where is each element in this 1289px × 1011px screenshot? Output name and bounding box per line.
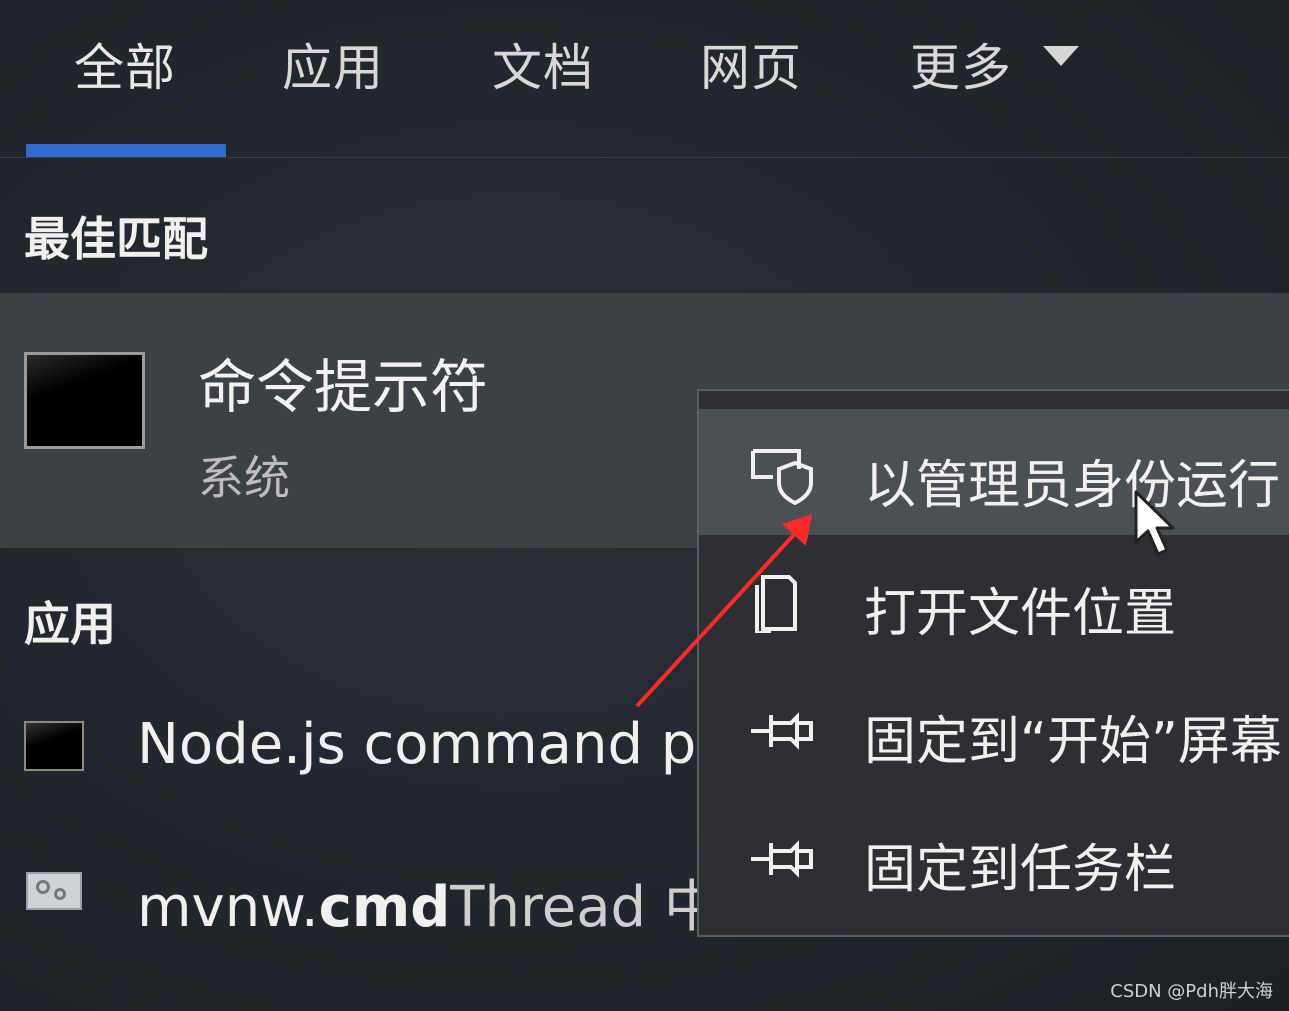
active-tab-indicator <box>26 144 226 158</box>
tab-documents[interactable]: 文档 <box>492 28 594 100</box>
menu-item-pin-to-start[interactable]: 固定到“开始”屏幕 <box>699 665 1289 791</box>
menu-item-label: 打开文件位置 <box>864 584 1177 644</box>
tab-apps[interactable]: 应用 <box>282 28 384 100</box>
best-match-subtitle: 系统 <box>198 451 290 505</box>
script-gear-icon <box>26 872 82 910</box>
app-label: mvnw.cmdThread 中 <box>137 875 720 940</box>
cmd-icon <box>24 721 84 771</box>
chevron-down-icon[interactable] <box>1043 46 1079 66</box>
best-match-name: 命令提示符 <box>198 353 489 421</box>
apps-heading: 应用 <box>24 597 116 651</box>
menu-item-pin-to-taskbar[interactable]: 固定到任务栏 <box>699 793 1289 919</box>
menu-item-label: 以管理员身份运行 <box>864 456 1281 516</box>
app-label: Node.js command p <box>137 712 697 777</box>
tab-more[interactable]: 更多 <box>910 28 1012 100</box>
tab-all[interactable]: 全部 <box>74 28 176 100</box>
mouse-cursor-icon <box>1134 490 1175 556</box>
pin-icon <box>751 712 813 750</box>
menu-item-label: 固定到任务栏 <box>864 840 1177 900</box>
menu-item-open-file-location[interactable]: 打开文件位置 <box>699 537 1289 663</box>
menu-item-run-as-admin[interactable]: 以管理员身份运行 <box>699 409 1289 535</box>
folder-file-icon <box>755 575 797 633</box>
tab-web[interactable]: 网页 <box>700 28 802 100</box>
cmd-icon <box>24 352 145 449</box>
menu-item-label: 固定到“开始”屏幕 <box>864 712 1282 772</box>
shield-icon <box>751 449 813 505</box>
context-menu: 以管理员身份运行 打开文件位置 固定到“开始”屏幕 固定到任务栏 <box>697 389 1289 937</box>
pin-icon <box>751 840 813 878</box>
best-match-heading: 最佳匹配 <box>24 212 208 266</box>
watermark: CSDN @Pdh胖大海 <box>1110 981 1273 1002</box>
tabs-divider <box>0 157 1289 158</box>
search-filter-tabs: 全部 应用 文档 网页 更多 <box>0 0 1289 165</box>
